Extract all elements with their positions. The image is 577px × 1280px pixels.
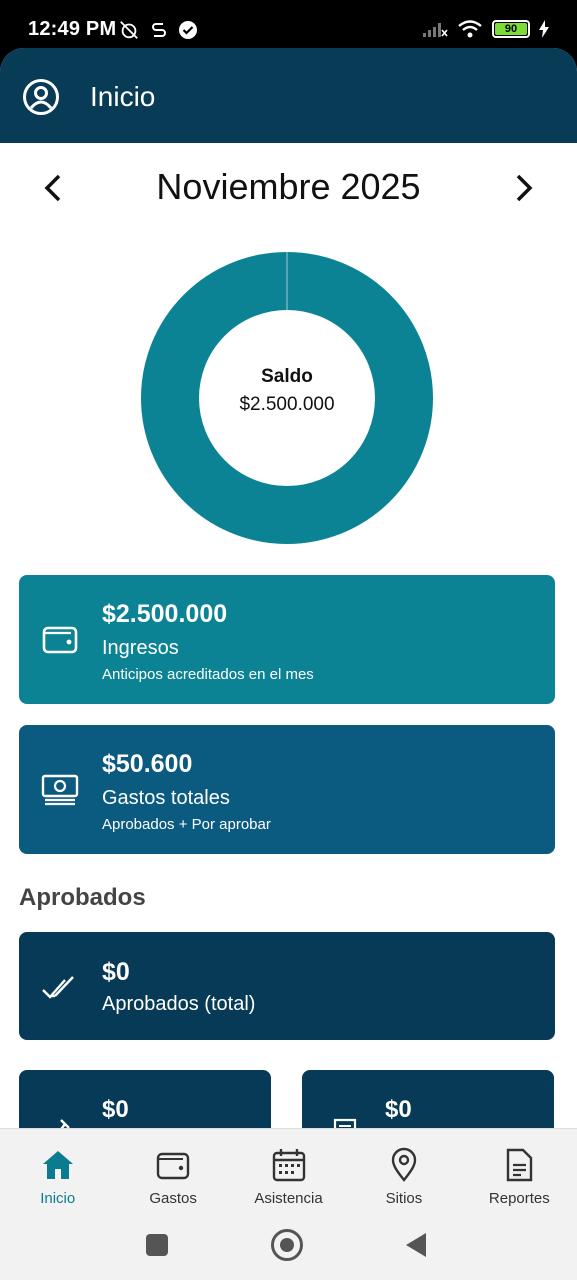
bottom-navigation: Inicio Gastos Asistencia Sitios Reportes — [0, 1128, 577, 1220]
app-bar: Inicio — [0, 48, 577, 143]
donut-center: Saldo $2.500.000 — [140, 366, 434, 416]
battery-level: 90 — [495, 23, 527, 35]
document-icon — [507, 1148, 533, 1182]
home-button[interactable] — [271, 1229, 303, 1261]
double-check-icon — [42, 976, 74, 999]
nav-item-asistencia[interactable]: Asistencia — [231, 1129, 346, 1220]
expenses-subtitle: Aprobados + Por aprobar — [102, 816, 271, 833]
approved-total-card[interactable]: $0 Aprobados (total) — [19, 932, 555, 1040]
check-circle-icon — [179, 21, 197, 39]
nav-label: Sitios — [385, 1190, 423, 1207]
page-title: Inicio — [90, 81, 156, 112]
home-icon — [42, 1151, 73, 1179]
wifi-icon — [458, 20, 482, 38]
nav-item-reportes[interactable]: Reportes — [462, 1129, 577, 1220]
app-screen: Inicio Noviembre 2025 Saldo $2.500.000 $… — [0, 48, 577, 1280]
charging-icon — [539, 20, 549, 38]
income-card[interactable]: $2.500.000 Ingresos Anticipos acreditado… — [19, 575, 555, 704]
status-time: 12:49 PM — [28, 18, 117, 40]
location-pin-icon — [391, 1147, 417, 1182]
nav-item-inicio[interactable]: Inicio — [0, 1129, 115, 1220]
expenses-card[interactable]: $50.600 Gastos totales Aprobados + Por a… — [19, 725, 555, 854]
recent-apps-button[interactable] — [146, 1234, 168, 1256]
income-amount: $2.500.000 — [102, 600, 228, 628]
balance-value: $2.500.000 — [239, 394, 335, 415]
calendar-icon — [272, 1149, 305, 1182]
alarm-off-icon — [120, 21, 138, 39]
wallet-icon — [42, 626, 78, 654]
current-month: Noviembre 2025 — [156, 166, 421, 207]
nav-item-gastos[interactable]: Gastos — [115, 1129, 230, 1220]
sync-icon — [152, 23, 166, 37]
nav-label: Reportes — [488, 1190, 550, 1207]
income-subtitle: Anticipos acreditados en el mes — [102, 666, 314, 683]
approved-mini-amount: $0 — [385, 1096, 412, 1123]
cash-icon — [41, 774, 79, 806]
approved-total-amount: $0 — [102, 958, 130, 986]
account-circle-icon[interactable] — [22, 78, 60, 116]
month-navigator: Noviembre 2025 — [0, 163, 577, 213]
nav-label: Gastos — [149, 1190, 197, 1207]
battery-icon: 90 — [492, 20, 530, 38]
approved-total-label: Aprobados (total) — [102, 993, 256, 1015]
nav-item-sitios[interactable]: Sitios — [346, 1129, 461, 1220]
income-label: Ingresos — [102, 637, 179, 659]
back-button[interactable] — [406, 1233, 426, 1257]
balance-label: Saldo — [261, 366, 313, 387]
nav-label: Inicio — [40, 1190, 76, 1207]
expenses-label: Gastos totales — [102, 787, 230, 809]
nav-label: Asistencia — [254, 1190, 323, 1207]
approved-mini-amount: $0 — [102, 1096, 129, 1123]
wallet-icon — [156, 1152, 190, 1180]
expenses-amount: $50.600 — [102, 750, 193, 778]
system-navigation-bar — [0, 1220, 577, 1280]
chevron-right-icon[interactable] — [509, 168, 539, 208]
approved-section-title: Aprobados — [19, 884, 146, 911]
signal-icon — [423, 23, 448, 37]
